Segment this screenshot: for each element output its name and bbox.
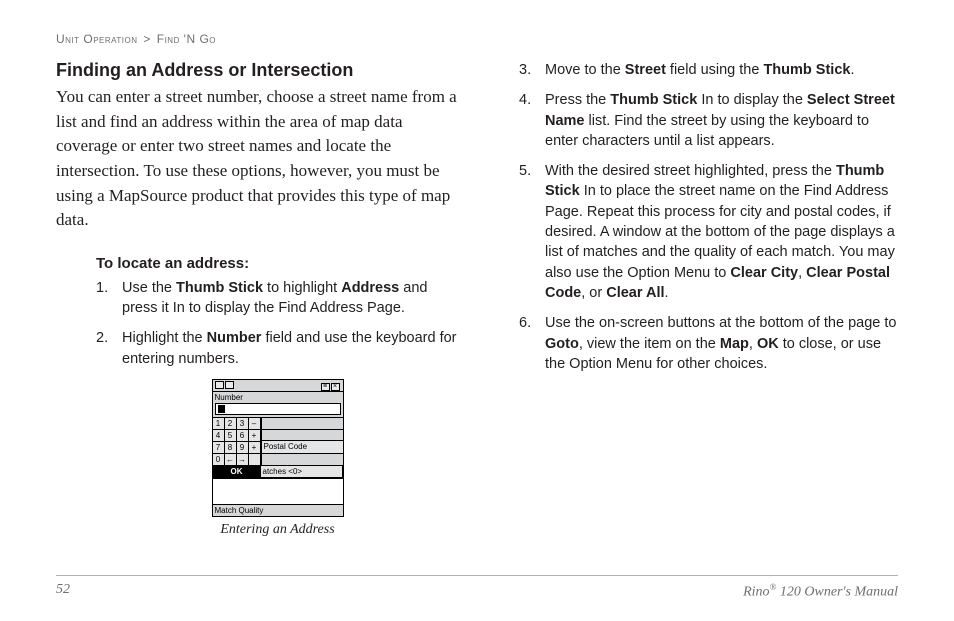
step-text: With the desired street highlighted, pre… bbox=[545, 163, 895, 301]
device-field-label: Number bbox=[213, 392, 343, 402]
page-footer: 52 Rino® 120 Owner's Manual bbox=[56, 575, 898, 601]
step-5: 5. With the desired street highlighted, … bbox=[519, 161, 898, 303]
key bbox=[249, 454, 261, 466]
step-number: 2. bbox=[96, 328, 108, 348]
device-footer: Match Quality bbox=[213, 504, 343, 516]
key: + bbox=[249, 430, 261, 442]
step-number: 1. bbox=[96, 278, 108, 298]
ok-button: OK bbox=[213, 466, 261, 478]
step-4: 4. Press the Thumb Stick In to display t… bbox=[519, 90, 898, 151]
keypad-grid: 1 2 3 – 4 5 6 + 7 8 9 + 0 ← → bbox=[213, 418, 262, 466]
figure: ≡× Number 1 2 3 – 4 5 6 + 7 8 bbox=[96, 379, 459, 538]
page-number: 52 bbox=[56, 582, 70, 601]
key: + bbox=[249, 442, 261, 454]
figure-caption: Entering an Address bbox=[96, 522, 459, 538]
side-row bbox=[262, 418, 343, 430]
step-number: 5. bbox=[519, 161, 531, 181]
device-input bbox=[215, 403, 341, 415]
key: 7 bbox=[213, 442, 225, 454]
key: 5 bbox=[225, 430, 237, 442]
breadcrumb-b: Find 'N Go bbox=[157, 32, 216, 46]
device-blank-area bbox=[213, 478, 343, 504]
side-row: Postal Code bbox=[262, 441, 343, 454]
key: ← bbox=[225, 454, 237, 466]
content-columns: Finding an Address or Intersection You c… bbox=[56, 60, 898, 538]
key: 8 bbox=[225, 442, 237, 454]
intro-paragraph: You can enter a street number, choose a … bbox=[56, 85, 459, 233]
cursor-icon bbox=[218, 405, 225, 413]
key: 1 bbox=[213, 418, 225, 430]
step-number: 3. bbox=[519, 60, 531, 80]
side-row bbox=[262, 430, 343, 442]
device-ok-row: OK atches <0> bbox=[213, 466, 343, 478]
device-topbar: ≡× bbox=[213, 380, 343, 392]
key: 6 bbox=[237, 430, 249, 442]
topbar-icons-left bbox=[215, 381, 235, 391]
key: 9 bbox=[237, 442, 249, 454]
key: → bbox=[237, 454, 249, 466]
steps-left: 1. Use the Thumb Stick to highlight Addr… bbox=[56, 278, 459, 369]
key: – bbox=[249, 418, 261, 430]
step-2: 2. Highlight the Number field and use th… bbox=[96, 328, 459, 369]
key: 4 bbox=[213, 430, 225, 442]
breadcrumb-sep: > bbox=[143, 32, 151, 46]
topbar-icons-right: ≡× bbox=[321, 381, 341, 391]
step-text: Use the on-screen buttons at the bottom … bbox=[545, 315, 896, 372]
section-title: Finding an Address or Intersection bbox=[56, 60, 459, 81]
device-keypad: 1 2 3 – 4 5 6 + 7 8 9 + 0 ← → bbox=[213, 417, 343, 466]
sub-heading: To locate an address: bbox=[96, 255, 459, 272]
device-screen: ≡× Number 1 2 3 – 4 5 6 + 7 8 bbox=[212, 379, 344, 517]
step-text: Press the Thumb Stick In to display the … bbox=[545, 92, 895, 149]
side-row bbox=[262, 454, 343, 466]
keypad-side: Postal Code bbox=[262, 418, 343, 466]
abc-icon bbox=[225, 381, 234, 389]
steps-right: 3. Move to the Street field using the Th… bbox=[495, 60, 898, 374]
step-text: Move to the Street field using the Thumb… bbox=[545, 62, 855, 78]
right-column: 3. Move to the Street field using the Th… bbox=[495, 60, 898, 538]
matches-label: atches <0> bbox=[261, 466, 343, 478]
step-number: 4. bbox=[519, 90, 531, 110]
step-6: 6. Use the on-screen buttons at the bott… bbox=[519, 313, 898, 374]
menu-icon: ≡ bbox=[321, 383, 330, 391]
key: 0 bbox=[213, 454, 225, 466]
step-text: Highlight the Number field and use the k… bbox=[122, 330, 457, 366]
key: 3 bbox=[237, 418, 249, 430]
close-icon: × bbox=[331, 383, 340, 391]
step-1: 1. Use the Thumb Stick to highlight Addr… bbox=[96, 278, 459, 319]
step-text: Use the Thumb Stick to highlight Address… bbox=[122, 280, 427, 316]
breadcrumb: Unit Operation > Find 'N Go bbox=[56, 32, 898, 46]
key: 2 bbox=[225, 418, 237, 430]
step-number: 6. bbox=[519, 313, 531, 333]
step-3: 3. Move to the Street field using the Th… bbox=[519, 60, 898, 80]
manual-title: Rino® 120 Owner's Manual bbox=[743, 582, 898, 601]
left-column: Finding an Address or Intersection You c… bbox=[56, 60, 459, 538]
pencil-icon bbox=[215, 381, 224, 389]
breadcrumb-a: Unit Operation bbox=[56, 32, 138, 46]
